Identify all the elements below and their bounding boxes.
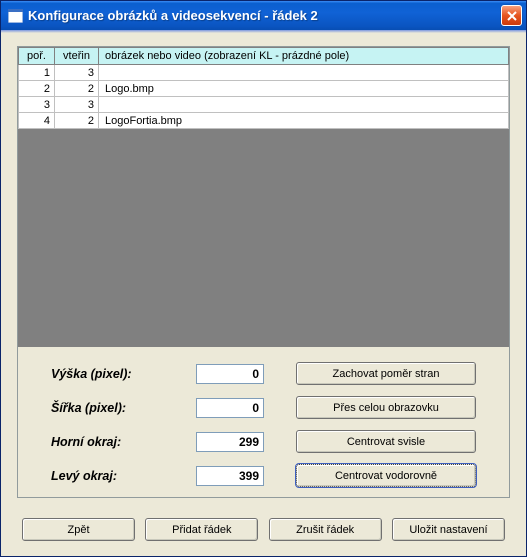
- save-settings-button[interactable]: Uložit nastavení: [392, 518, 505, 541]
- table-row[interactable]: 1 3: [19, 65, 509, 81]
- left-margin-input[interactable]: [196, 466, 264, 486]
- window: Konfigurace obrázků a videosekvencí - řá…: [0, 0, 527, 557]
- height-label: Výška (pixel):: [36, 367, 166, 381]
- cell-por[interactable]: 4: [19, 113, 55, 129]
- bottom-button-bar: Zpět Přidat řádek Zrušit řádek Uložit na…: [4, 511, 523, 553]
- grid-panel: poř. vteřin obrázek nebo video (zobrazen…: [17, 46, 510, 498]
- close-button[interactable]: [501, 5, 522, 26]
- center-vertical-button[interactable]: Centrovat svisle: [296, 430, 476, 453]
- keep-ratio-button[interactable]: Zachovat poměr stran: [296, 362, 476, 385]
- height-input[interactable]: [196, 364, 264, 384]
- fullscreen-button[interactable]: Přes celou obrazovku: [296, 396, 476, 419]
- col-header-file: obrázek nebo video (zobrazení KL - prázd…: [99, 48, 509, 65]
- client-area: poř. vteřin obrázek nebo video (zobrazen…: [1, 30, 526, 556]
- grid-empty-area: [18, 129, 509, 347]
- cell-sec[interactable]: 2: [55, 113, 99, 129]
- left-margin-label: Levý okraj:: [36, 469, 166, 483]
- col-header-sec: vteřin: [55, 48, 99, 65]
- table-row[interactable]: 2 2 Logo.bmp: [19, 81, 509, 97]
- top-margin-input[interactable]: [196, 432, 264, 452]
- cell-sec[interactable]: 3: [55, 97, 99, 113]
- cell-sec[interactable]: 2: [55, 81, 99, 97]
- table-row[interactable]: 4 2 LogoFortia.bmp: [19, 113, 509, 129]
- cell-por[interactable]: 1: [19, 65, 55, 81]
- width-input[interactable]: [196, 398, 264, 418]
- cell-por[interactable]: 3: [19, 97, 55, 113]
- cell-file[interactable]: LogoFortia.bmp: [99, 113, 509, 129]
- cell-file[interactable]: [99, 65, 509, 81]
- add-row-button[interactable]: Přidat řádek: [145, 518, 258, 541]
- controls-panel: Výška (pixel): Zachovat poměr stran Šířk…: [18, 347, 509, 497]
- delete-row-button[interactable]: Zrušit řádek: [269, 518, 382, 541]
- width-label: Šířka (pixel):: [36, 401, 166, 415]
- col-header-por: poř.: [19, 48, 55, 65]
- cell-file[interactable]: [99, 97, 509, 113]
- back-button[interactable]: Zpět: [22, 518, 135, 541]
- cell-sec[interactable]: 3: [55, 65, 99, 81]
- cell-por[interactable]: 2: [19, 81, 55, 97]
- center-horizontal-button[interactable]: Centrovat vodorovně: [296, 464, 476, 487]
- top-margin-label: Horní okraj:: [36, 435, 166, 449]
- media-table[interactable]: poř. vteřin obrázek nebo video (zobrazen…: [18, 47, 509, 129]
- titlebar: Konfigurace obrázků a videosekvencí - řá…: [1, 1, 526, 30]
- window-title: Konfigurace obrázků a videosekvencí - řá…: [28, 8, 501, 23]
- table-header-row: poř. vteřin obrázek nebo video (zobrazen…: [19, 48, 509, 65]
- cell-file[interactable]: Logo.bmp: [99, 81, 509, 97]
- table-row[interactable]: 3 3: [19, 97, 509, 113]
- app-icon: [7, 8, 23, 24]
